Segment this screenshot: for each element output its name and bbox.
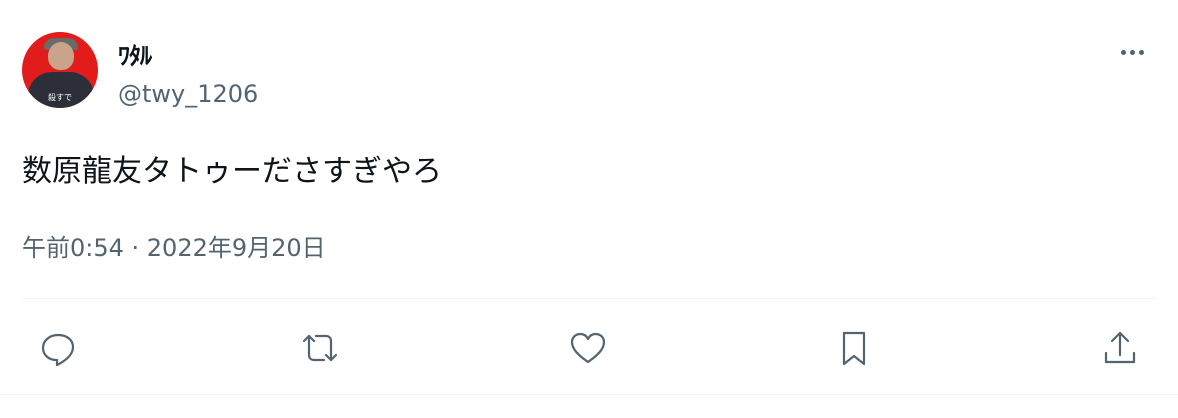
user-handle[interactable]: @twy_1206 [118,80,258,108]
more-options-button[interactable] [1112,38,1152,66]
share-button[interactable] [1100,328,1140,368]
reply-bubble-icon [41,333,75,367]
bookmark-button[interactable] [834,328,874,368]
more-dot [1129,49,1135,55]
like-button[interactable] [568,328,608,368]
more-dot [1138,49,1144,55]
retweet-arrows-icon [302,334,338,362]
heart-icon [570,332,606,364]
bookmark-icon [842,331,866,366]
avatar-caption: 殺すで [47,93,73,102]
tweet-card: 殺すで ﾜﾀﾙ @twy_1206 数原龍友タトゥーださすぎやろ 午前0:54 … [0,0,1178,418]
retweet-button[interactable] [300,328,340,368]
avatar[interactable]: 殺すで [22,32,98,108]
reply-button[interactable] [38,328,78,368]
more-dot [1120,49,1126,55]
avatar-head [48,42,74,70]
share-upload-icon [1104,331,1136,364]
divider [22,298,1156,299]
display-name[interactable]: ﾜﾀﾙ [118,36,152,71]
bottom-divider [0,394,1178,395]
tweet-timestamp[interactable]: 午前0:54 · 2022年9月20日 [22,228,326,263]
tweet-text: 数原龍友タトゥーださすぎやろ [22,154,442,189]
